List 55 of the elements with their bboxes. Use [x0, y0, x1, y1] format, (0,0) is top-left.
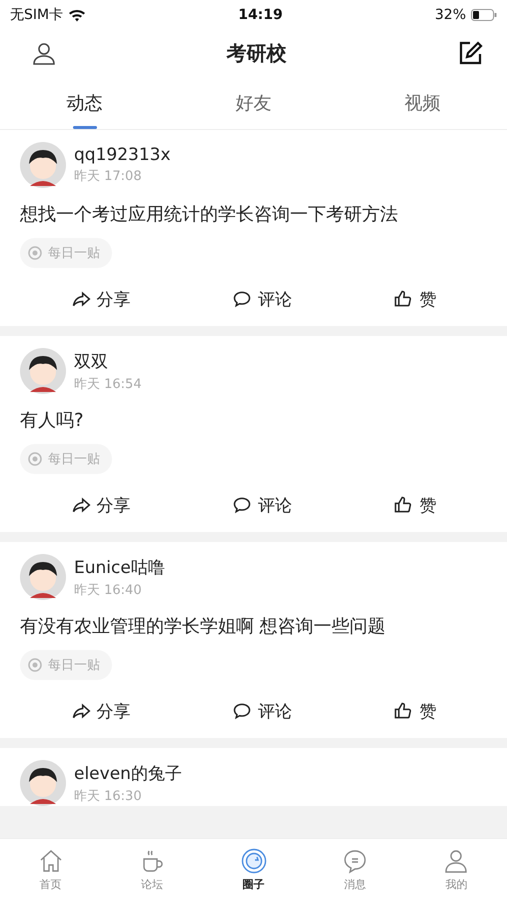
avatar [20, 554, 66, 600]
post-time: 昨天 16:54 [74, 376, 142, 392]
thumbs-up-icon [393, 289, 414, 309]
target-icon [28, 658, 42, 672]
share-icon [70, 289, 91, 309]
battery-icon [471, 9, 497, 21]
tab[interactable]: 动态 [0, 76, 169, 129]
nav-tab[interactable]: 首页 [0, 839, 102, 900]
speech-bubble-icon [232, 701, 252, 721]
refresh-circle-icon [240, 848, 267, 874]
share-button[interactable]: 分享 [70, 288, 131, 310]
target-icon [28, 452, 42, 466]
post-text: 有没有农业管理的学长学姐啊 想咨询一些问题 [20, 615, 387, 638]
target-icon [28, 246, 42, 260]
edit-icon[interactable] [457, 40, 483, 66]
avatar [20, 348, 66, 394]
like-button[interactable]: 赞 [393, 288, 436, 310]
share-button[interactable]: 分享 [70, 494, 131, 516]
share-icon [70, 495, 91, 515]
avatar [20, 142, 66, 188]
chat-icon [342, 848, 368, 874]
post-time: 昨天 16:40 [74, 582, 143, 598]
share-icon [70, 701, 91, 721]
thumbs-up-icon [393, 495, 414, 515]
post-time: 昨天 17:08 [74, 168, 143, 185]
battery-percent: 32% [434, 7, 466, 23]
app-title: 考研校 [226, 40, 286, 66]
speech-bubble-icon [232, 495, 252, 515]
clock: 14:19 [238, 7, 283, 23]
comment-button[interactable]: 评论 [232, 288, 292, 310]
like-button[interactable]: 赞 [393, 494, 436, 516]
speech-bubble-icon [232, 289, 252, 309]
author-name: Eunice咕噜 [74, 556, 165, 578]
carrier-label: 无SIM卡 [10, 6, 64, 24]
comment-button[interactable]: 评论 [232, 700, 292, 722]
post-text: 有人吗? [20, 409, 85, 432]
like-button[interactable]: 赞 [393, 700, 436, 722]
profile-icon[interactable] [32, 41, 56, 65]
nav-tab[interactable]: 消息 [304, 839, 406, 900]
tab[interactable]: 视频 [338, 76, 507, 129]
author-name: eleven的兔子 [74, 762, 182, 784]
author-name: 双双 [74, 350, 109, 372]
post-text: 想找一个考过应用统计的学长咨询一下考研方法 [20, 203, 399, 226]
thumbs-up-icon [393, 701, 414, 721]
wifi-icon [68, 8, 86, 22]
post-time: 昨天 16:30 [74, 788, 143, 804]
nav-tab[interactable]: 我的 [406, 839, 507, 900]
nav-tab[interactable]: 论坛 [101, 839, 203, 900]
share-button[interactable]: 分享 [70, 700, 131, 722]
avatar [20, 760, 66, 806]
tab[interactable]: 好友 [169, 76, 338, 129]
author-name: qq192313x [74, 145, 171, 165]
person-icon [443, 848, 470, 874]
comment-button[interactable]: 评论 [232, 494, 292, 516]
nav-tab[interactable]: 圈子 [202, 839, 304, 900]
